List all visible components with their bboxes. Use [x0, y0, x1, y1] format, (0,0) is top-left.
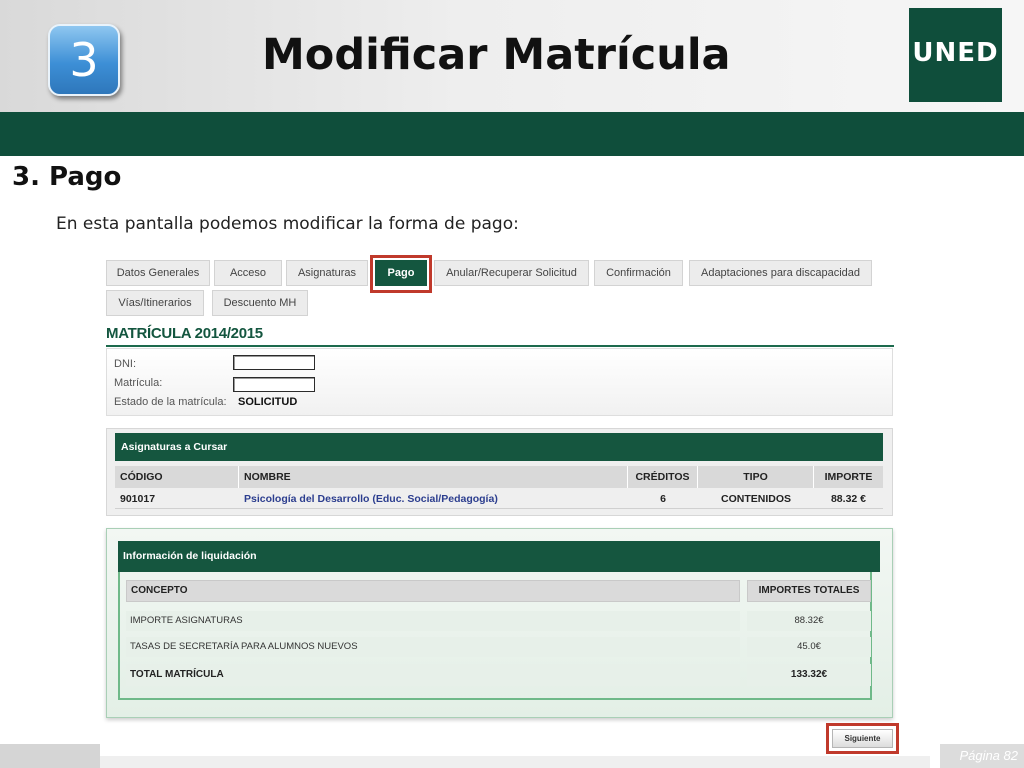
cell-importe: 88.32 €	[830, 493, 867, 505]
col-importes-totales: IMPORTES TOTALES	[747, 580, 871, 602]
matricula-title: MATRÍCULA 2014/2015	[106, 325, 263, 342]
liq-concepto-asignaturas: IMPORTE ASIGNATURAS	[126, 611, 740, 631]
slide-title: Modificar Matrícula	[262, 30, 731, 80]
tab-asignaturas[interactable]: Asignaturas	[286, 260, 368, 286]
active-tab-highlight	[370, 255, 432, 293]
tab-confirmacion[interactable]: Confirmación	[594, 260, 683, 286]
col-importe: IMPORTE	[814, 466, 883, 488]
tab-datos-generales[interactable]: Datos Generales	[106, 260, 210, 286]
liq-importe-asignaturas: 88.32€	[747, 611, 871, 631]
dni-label: DNI:	[114, 358, 136, 370]
matricula-input[interactable]	[233, 377, 315, 392]
tab-acceso[interactable]: Acceso	[214, 260, 282, 286]
footer-bar	[100, 756, 930, 768]
liq-concepto-tasas: TASAS DE SECRETARÍA PARA ALUMNOS NUEVOS	[126, 637, 740, 657]
asignaturas-header: Asignaturas a Cursar	[115, 433, 883, 461]
cell-codigo: 901017	[120, 493, 156, 505]
col-concepto: CONCEPTO	[126, 580, 740, 602]
logo-text: UNED	[912, 38, 999, 68]
estado-value: SOLICITUD	[238, 396, 298, 408]
liq-importe-tasas: 45.0€	[747, 637, 871, 657]
col-nombre: NOMBRE	[239, 466, 628, 488]
row-divider	[115, 508, 883, 509]
uned-logo: UNED	[909, 8, 1002, 102]
matricula-divider	[106, 345, 894, 347]
page-number: Página 82	[940, 744, 1024, 768]
header-green-bar	[0, 112, 1024, 156]
tab-vias-itinerarios[interactable]: Vías/Itinerarios	[106, 290, 204, 316]
cell-creditos: 6	[660, 493, 666, 505]
tab-descuento-mh[interactable]: Descuento MH	[212, 290, 308, 316]
footer-bar-left	[0, 744, 100, 768]
liquidacion-header: Información de liquidación	[118, 541, 880, 572]
matricula-label: Matrícula:	[114, 377, 163, 389]
siguiente-button[interactable]: Siguiente	[832, 729, 893, 748]
cell-nombre-link[interactable]: Psicología del Desarrollo (Educ. Social/…	[244, 493, 498, 505]
liq-concepto-total: TOTAL MATRÍCULA	[126, 664, 740, 686]
liq-importe-total: 133.32€	[747, 664, 871, 686]
col-creditos: CRÉDITOS	[628, 466, 698, 488]
col-tipo: TIPO	[698, 466, 814, 488]
intro-text: En esta pantalla podemos modificar la fo…	[56, 214, 519, 234]
col-codigo: CÓDIGO	[115, 466, 239, 488]
section-title: 3. Pago	[12, 162, 122, 192]
tab-adaptaciones[interactable]: Adaptaciones para discapacidad	[689, 260, 872, 286]
estado-label: Estado de la matrícula:	[114, 396, 227, 408]
tab-anular-recuperar[interactable]: Anular/Recuperar Solicitud	[434, 260, 589, 286]
step-number-badge: 3	[48, 24, 120, 96]
cell-tipo: CONTENIDOS	[720, 493, 791, 505]
dni-input[interactable]	[233, 355, 315, 370]
